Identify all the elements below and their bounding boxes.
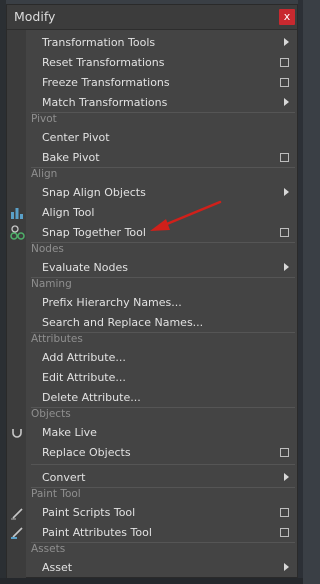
menu-item-make-live[interactable]: Make Live bbox=[27, 423, 297, 443]
section-title: Nodes bbox=[31, 243, 64, 255]
red-arrow-annotation bbox=[150, 200, 222, 231]
menu-item-label: Paint Scripts Tool bbox=[42, 506, 136, 519]
section-title: Naming bbox=[31, 278, 72, 290]
menu-item-label: Asset bbox=[42, 561, 73, 574]
menu-item-replace-objects[interactable]: Replace Objects bbox=[27, 443, 297, 463]
menu-item-label: Delete Attribute... bbox=[42, 391, 141, 404]
menu-item-label: Add Attribute... bbox=[42, 351, 126, 364]
section-paint-tool: Paint Tool bbox=[27, 487, 297, 502]
paint-attributes-icon bbox=[11, 527, 23, 539]
menu-item-evaluate-nodes[interactable]: Evaluate Nodes bbox=[27, 258, 297, 278]
menu-item-label: Match Transformations bbox=[42, 96, 168, 109]
menu-item-center-pivot[interactable]: Center Pivot bbox=[27, 128, 297, 148]
menu-item-label: Search and Replace Names... bbox=[42, 316, 204, 329]
menu-item-label: Evaluate Nodes bbox=[42, 261, 128, 274]
section-attributes: Attributes bbox=[27, 332, 297, 347]
option-box-icon[interactable] bbox=[280, 528, 289, 537]
section-align: Align bbox=[27, 167, 297, 182]
option-box-icon[interactable] bbox=[280, 58, 289, 67]
paint-brush-icon bbox=[11, 508, 23, 520]
menu-titlebar[interactable]: Modify x bbox=[7, 5, 297, 30]
option-box-icon[interactable] bbox=[280, 228, 289, 237]
section-title: Assets bbox=[31, 543, 66, 555]
section-objects: Objects bbox=[27, 407, 297, 422]
submenu-arrow-icon bbox=[284, 38, 289, 46]
menu-item-label: Edit Attribute... bbox=[42, 371, 126, 384]
viewport-background-right bbox=[298, 0, 303, 584]
submenu-arrow-icon bbox=[284, 263, 289, 271]
menu-item-label: Prefix Hierarchy Names... bbox=[42, 296, 182, 309]
submenu-arrow-icon bbox=[284, 473, 289, 481]
align-tool-icon bbox=[11, 208, 23, 219]
icon-gutter bbox=[7, 30, 26, 578]
submenu-arrow-icon bbox=[284, 188, 289, 196]
section-divider bbox=[31, 112, 295, 113]
menu-item-label: Make Live bbox=[42, 426, 97, 439]
menu-item-label: Align Tool bbox=[42, 206, 95, 219]
option-box-icon[interactable] bbox=[280, 448, 289, 457]
menu-item-delete-attribute[interactable]: Delete Attribute... bbox=[27, 388, 297, 408]
close-button[interactable]: x bbox=[279, 9, 295, 25]
snap-together-icon bbox=[10, 225, 25, 240]
menu-item-label: Transformation Tools bbox=[42, 36, 156, 49]
section-title: Attributes bbox=[31, 333, 83, 345]
menu-item-match-transformations[interactable]: Match Transformations bbox=[27, 93, 297, 113]
menu-item-label: Paint Attributes Tool bbox=[42, 526, 152, 539]
submenu-arrow-icon bbox=[284, 98, 289, 106]
menu-item-search-replace-names[interactable]: Search and Replace Names... bbox=[27, 313, 297, 333]
section-divider bbox=[31, 167, 295, 168]
submenu-arrow-icon bbox=[284, 563, 289, 571]
section-nodes: Nodes bbox=[27, 242, 297, 257]
menu-item-freeze-transformations[interactable]: Freeze Transformations bbox=[27, 73, 297, 93]
menu-item-label: Snap Align Objects bbox=[42, 186, 146, 199]
menu-item-label: Snap Together Tool bbox=[42, 226, 146, 239]
section-assets: Assets bbox=[27, 542, 297, 557]
menu-item-add-attribute[interactable]: Add Attribute... bbox=[27, 348, 297, 368]
menu-item-label: Convert bbox=[42, 471, 86, 484]
section-pivot: Pivot bbox=[27, 112, 297, 127]
menu-item-label: Center Pivot bbox=[42, 131, 110, 144]
menu-divider bbox=[31, 464, 295, 465]
option-box-icon[interactable] bbox=[280, 508, 289, 517]
menu-item-bake-pivot[interactable]: Bake Pivot bbox=[27, 148, 297, 168]
menu-item-reset-transformations[interactable]: Reset Transformations bbox=[27, 53, 297, 73]
section-title: Pivot bbox=[31, 113, 57, 125]
section-title: Paint Tool bbox=[31, 488, 81, 500]
menu-title: Modify bbox=[14, 9, 56, 24]
menu-item-label: Bake Pivot bbox=[42, 151, 100, 164]
menu-item-paint-scripts-tool[interactable]: Paint Scripts Tool bbox=[27, 503, 297, 523]
menu-item-label: Freeze Transformations bbox=[42, 76, 170, 89]
menu-item-asset[interactable]: Asset bbox=[27, 558, 297, 578]
modify-menu-window: Modify x Transformation Tools Reset Tran… bbox=[6, 4, 298, 578]
section-title: Objects bbox=[31, 408, 71, 420]
menu-item-edit-attribute[interactable]: Edit Attribute... bbox=[27, 368, 297, 388]
section-title: Align bbox=[31, 168, 58, 180]
option-box-icon[interactable] bbox=[280, 153, 289, 162]
section-naming: Naming bbox=[27, 277, 297, 292]
menu-item-prefix-hierarchy-names[interactable]: Prefix Hierarchy Names... bbox=[27, 293, 297, 313]
menu-item-convert[interactable]: Convert bbox=[27, 468, 297, 488]
menu-item-paint-attributes-tool[interactable]: Paint Attributes Tool bbox=[27, 523, 297, 543]
menu-item-transformation-tools[interactable]: Transformation Tools bbox=[27, 33, 297, 53]
menu-item-label: Reset Transformations bbox=[42, 56, 165, 69]
magnet-icon bbox=[12, 429, 22, 438]
section-divider bbox=[31, 242, 295, 243]
viewport-background-bottom bbox=[0, 578, 303, 584]
section-divider bbox=[31, 542, 295, 543]
option-box-icon[interactable] bbox=[280, 78, 289, 87]
menu-item-label: Replace Objects bbox=[42, 446, 131, 459]
